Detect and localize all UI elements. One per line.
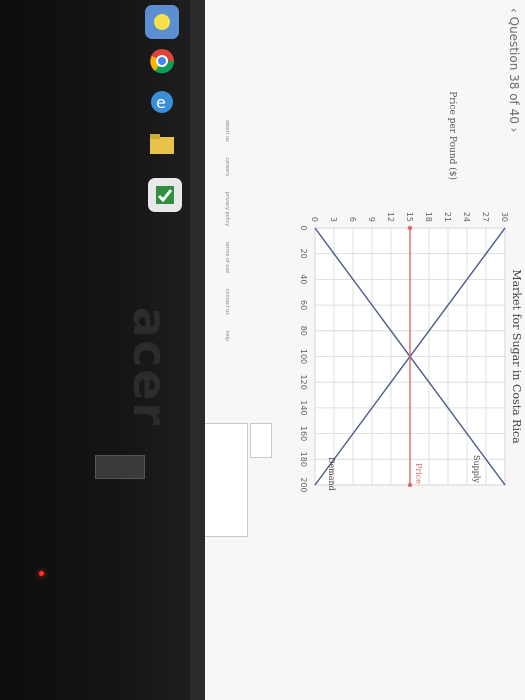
- app-pin-icon[interactable]: [148, 178, 182, 212]
- supply-label: Supply: [472, 455, 481, 483]
- x-tick-label: 120: [299, 375, 308, 390]
- x-tick-label: 40: [299, 274, 308, 284]
- x-tick-label: 160: [299, 426, 308, 441]
- footer-link[interactable]: terms of use: [224, 242, 230, 273]
- y-tick-label: 3: [329, 217, 338, 222]
- x-tick-label: 0: [299, 225, 308, 230]
- y-tick-label: 30: [500, 212, 509, 222]
- price-endpoint: [407, 482, 413, 488]
- x-tick-label: 140: [299, 400, 308, 415]
- legend-cs-box[interactable]: [250, 423, 272, 458]
- y-tick-label: 18: [424, 212, 433, 222]
- power-led: [39, 571, 44, 576]
- x-tick-label: 80: [299, 326, 308, 336]
- browser-page: ‹ Question 38 of 40 › Market for Sugar i…: [205, 0, 525, 700]
- chart-title: Market for Sugar in Costa Rica: [510, 269, 523, 444]
- footer-links: about us careers privacy policy terms of…: [224, 120, 230, 355]
- windows-start-icon[interactable]: [145, 5, 179, 39]
- supply-demand-chart[interactable]: Market for Sugar in Costa Rica0204060801…: [205, 0, 525, 700]
- x-tick-label: 60: [299, 300, 308, 310]
- demand-label: Demand: [327, 457, 336, 491]
- photo-screen: e acer ‹ Question 38 of 40 › Market for …: [0, 0, 525, 700]
- y-tick-label: 24: [462, 212, 471, 222]
- x-tick-label: 180: [299, 452, 308, 467]
- y-tick-label: 0: [310, 217, 319, 222]
- y-tick-label: 6: [348, 217, 357, 222]
- file-explorer-icon[interactable]: [145, 127, 179, 161]
- y-axis-label: Price per Pound ($): [447, 91, 458, 180]
- y-tick-label: 12: [386, 212, 395, 222]
- price-endpoint: [407, 225, 413, 231]
- footer-link[interactable]: about us: [224, 120, 230, 142]
- acer-logo: acer: [123, 306, 178, 428]
- x-tick-label: 100: [299, 349, 308, 364]
- svg-text:e: e: [156, 93, 166, 112]
- price-label: Price: [414, 463, 423, 484]
- x-tick-label: 20: [299, 249, 308, 259]
- y-tick-label: 15: [405, 212, 414, 222]
- y-tick-label: 9: [367, 217, 376, 222]
- y-tick-label: 27: [481, 212, 490, 222]
- x-tick-label: 200: [299, 477, 308, 492]
- footer-link[interactable]: careers: [224, 157, 230, 176]
- footer-link[interactable]: privacy policy: [224, 192, 230, 227]
- footer-link[interactable]: help: [224, 330, 230, 341]
- chrome-icon[interactable]: [145, 44, 179, 78]
- legend-ps-box[interactable]: [205, 423, 248, 537]
- ie-icon[interactable]: e: [145, 85, 179, 119]
- taskbar-rail: [190, 0, 205, 700]
- page-content: ‹ Question 38 of 40 › Market for Sugar i…: [205, 0, 525, 700]
- y-tick-label: 21: [443, 212, 452, 222]
- footer-link[interactable]: contact us: [224, 289, 230, 315]
- laptop-sticker: [95, 455, 145, 479]
